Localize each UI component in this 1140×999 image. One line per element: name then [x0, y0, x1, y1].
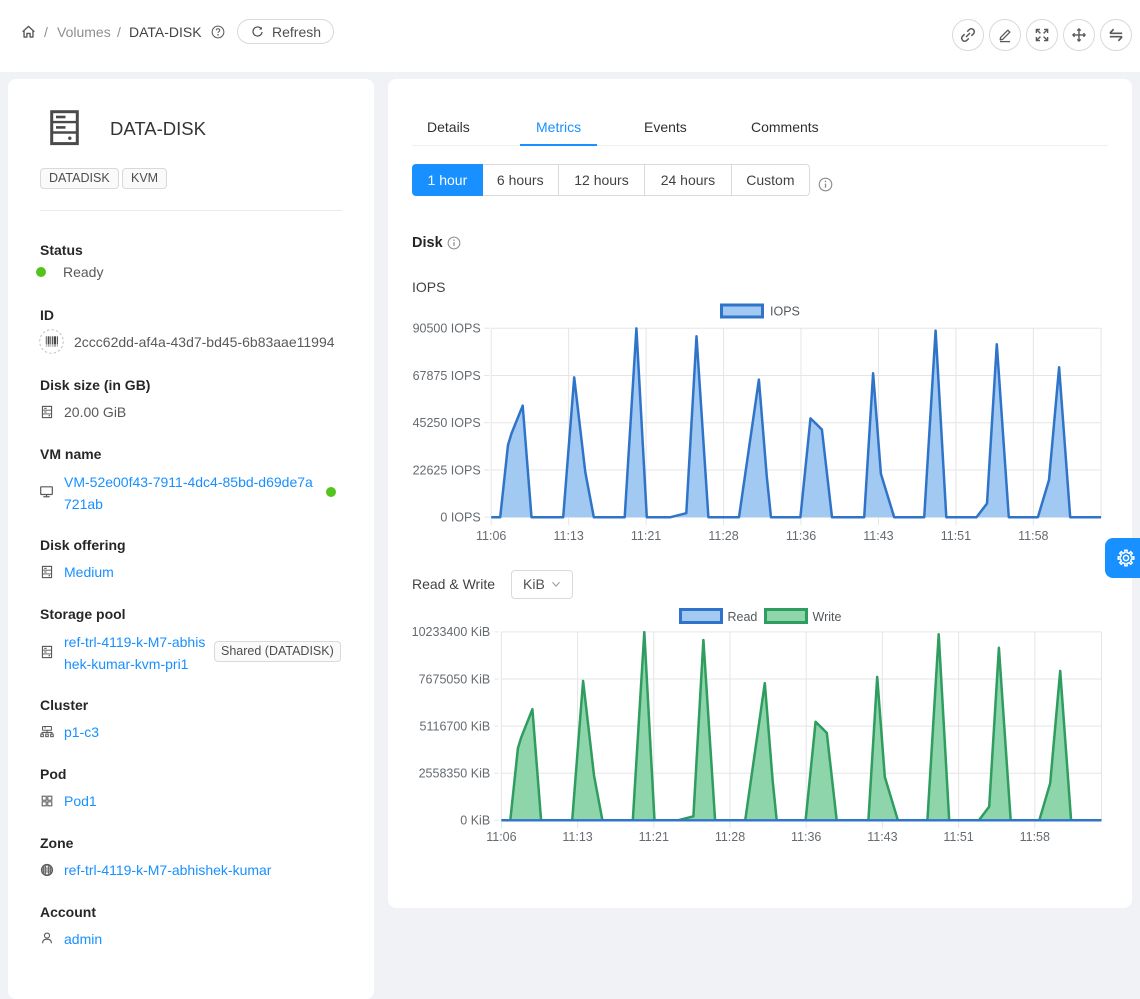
- svg-text:45250 IOPS: 45250 IOPS: [413, 416, 481, 430]
- svg-text:11:51: 11:51: [941, 529, 971, 543]
- svg-text:11:36: 11:36: [791, 830, 821, 844]
- svg-text:11:13: 11:13: [562, 830, 592, 844]
- svg-text:11:43: 11:43: [867, 830, 897, 844]
- svg-text:11:21: 11:21: [639, 830, 669, 844]
- svg-text:11:43: 11:43: [863, 529, 893, 543]
- svg-text:IOPS: IOPS: [770, 305, 800, 319]
- svg-text:2558350 KiB: 2558350 KiB: [419, 767, 491, 781]
- svg-text:5116700 KiB: 5116700 KiB: [420, 719, 491, 733]
- svg-text:11:06: 11:06: [476, 529, 506, 543]
- svg-text:11:58: 11:58: [1020, 830, 1050, 844]
- svg-text:67875 IOPS: 67875 IOPS: [413, 369, 481, 383]
- svg-text:11:21: 11:21: [631, 529, 661, 543]
- svg-text:11:36: 11:36: [786, 529, 816, 543]
- svg-text:11:06: 11:06: [486, 830, 516, 844]
- svg-text:Write: Write: [813, 610, 842, 624]
- svg-text:7675050 KiB: 7675050 KiB: [419, 672, 491, 686]
- svg-text:22625 IOPS: 22625 IOPS: [413, 463, 481, 477]
- svg-text:90500 IOPS: 90500 IOPS: [413, 322, 481, 336]
- svg-text:11:58: 11:58: [1018, 529, 1048, 543]
- svg-text:11:51: 11:51: [943, 830, 973, 844]
- svg-text:11:28: 11:28: [708, 529, 738, 543]
- svg-text:11:28: 11:28: [715, 830, 745, 844]
- svg-text:0 KiB: 0 KiB: [460, 814, 490, 828]
- svg-text:Read: Read: [728, 610, 758, 624]
- svg-text:10233400 KiB: 10233400 KiB: [412, 625, 490, 639]
- svg-text:11:13: 11:13: [553, 529, 583, 543]
- svg-text:0 IOPS: 0 IOPS: [440, 511, 480, 525]
